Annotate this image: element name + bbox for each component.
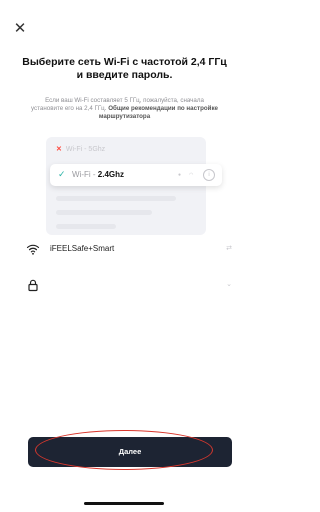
- lock-mini-icon: ●: [178, 172, 182, 178]
- page-title: Выберите сеть Wi-Fi с частотой 2,4 ГГц и…: [22, 56, 227, 81]
- home-indicator: [84, 502, 164, 505]
- swap-icon[interactable]: ⇄: [226, 244, 232, 252]
- password-field[interactable]: ⌄: [26, 276, 232, 296]
- wifi-5ghz-example: ✕ Wi-Fi - 5Ghz: [56, 143, 204, 157]
- wifi-5ghz-band: 5Ghz: [88, 146, 106, 153]
- next-button[interactable]: Далее: [28, 437, 232, 467]
- placeholder-line: [56, 224, 116, 229]
- wifi-24ghz-prefix: Wi-Fi -: [72, 170, 98, 179]
- wifi-24ghz-example: ✓ Wi-Fi - 2.4Ghz ● ◠ i: [50, 164, 222, 186]
- check-icon: ✓: [58, 169, 66, 179]
- close-icon[interactable]: ✕: [13, 21, 27, 36]
- network-field[interactable]: iFEELSafe+Smart ⇄: [26, 240, 232, 260]
- wifi-mini-icon: ◠: [189, 172, 194, 178]
- network-name: iFEELSafe+Smart: [50, 244, 115, 253]
- placeholder-line: [56, 210, 152, 215]
- cross-icon: ✕: [56, 146, 62, 153]
- wifi-icon: [26, 244, 40, 255]
- lock-icon: [28, 279, 38, 292]
- placeholder-line: [56, 196, 176, 201]
- wifi-24ghz-band: 2.4Ghz: [97, 170, 124, 179]
- description: Если ваш Wi-Fi составляет 5 ГГц, пожалуй…: [30, 97, 219, 121]
- chevron-down-icon[interactable]: ⌄: [226, 280, 232, 288]
- info-icon: i: [203, 169, 215, 181]
- wifi-5ghz-prefix: Wi-Fi -: [65, 146, 89, 153]
- router-guide-link[interactable]: Общие рекомендации по настройке маршрути…: [99, 105, 218, 120]
